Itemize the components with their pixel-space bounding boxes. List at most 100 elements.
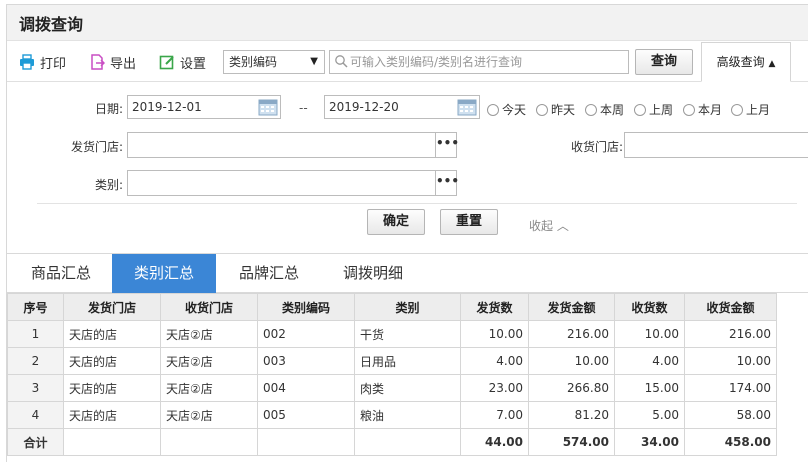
- filter-divider: [37, 203, 797, 204]
- tab-brand-summary[interactable]: 品牌汇总: [225, 254, 313, 293]
- search-input[interactable]: [350, 53, 626, 71]
- print-button[interactable]: 打印: [19, 52, 66, 72]
- settings-label: 设置: [180, 56, 207, 72]
- cell-category: 肉类: [354, 374, 461, 402]
- column-header[interactable]: 收货门店: [160, 293, 258, 321]
- collapse-link[interactable]: 收起 ︿: [529, 217, 569, 234]
- radio-yesterday[interactable]: 昨天: [536, 101, 575, 118]
- cell-category: 粮油: [354, 401, 461, 429]
- ship-store-label: 发货门店:: [70, 140, 123, 154]
- cell-recv-amount: 174.00: [684, 374, 777, 402]
- cell-seq: 4: [7, 401, 64, 429]
- cell-total-ship-amount: 574.00: [528, 428, 615, 456]
- reset-button[interactable]: 重置: [440, 209, 498, 235]
- print-label: 打印: [40, 56, 67, 72]
- ship-store-input[interactable]: [127, 132, 436, 158]
- cell-ship-qty: 4.00: [460, 347, 529, 375]
- search-field-value: 类别编码: [229, 55, 278, 69]
- category-picker-button[interactable]: •••: [435, 170, 459, 196]
- radio-last-week[interactable]: 上周: [634, 101, 673, 118]
- table-row[interactable]: 3 天店的店 天店②店 004 肉类 23.00 266.80 15.00 17…: [7, 374, 777, 402]
- cell-recv-store: 天店②店: [160, 320, 258, 348]
- cell-recv-qty: 5.00: [614, 401, 685, 429]
- column-header[interactable]: 收货数: [614, 293, 685, 321]
- search-box: [329, 50, 629, 74]
- cell-ship-qty: 10.00: [460, 320, 529, 348]
- confirm-button[interactable]: 确定: [367, 209, 425, 235]
- cell-recv-amount: 216.00: [684, 320, 777, 348]
- radio-today[interactable]: 今天: [487, 101, 526, 118]
- cell-recv-qty: 4.00: [614, 347, 685, 375]
- cell-seq: 2: [7, 347, 64, 375]
- cell-empty: [257, 428, 355, 456]
- cell-empty: [160, 428, 258, 456]
- date-to-value: 2019-12-20: [329, 100, 399, 114]
- tab-transfer-detail[interactable]: 调拨明细: [329, 254, 417, 293]
- caret-up-icon: ▲: [768, 59, 776, 69]
- radio-this-month[interactable]: 本月: [683, 101, 722, 118]
- cell-total-recv-amount: 458.00: [684, 428, 777, 456]
- tab-category-summary[interactable]: 类别汇总: [112, 254, 216, 293]
- cell-total-ship-qty: 44.00: [460, 428, 529, 456]
- page-title: 调拨查询: [19, 15, 84, 34]
- cell-recv-amount: 10.00: [684, 347, 777, 375]
- settings-button[interactable]: 设置: [159, 52, 206, 72]
- title-bar: 调拨查询: [7, 5, 808, 41]
- radio-label: 本周: [600, 103, 625, 117]
- column-header[interactable]: 序号: [7, 293, 64, 321]
- advanced-query-button[interactable]: 高级查询 ▲: [701, 42, 791, 82]
- column-header[interactable]: 发货金额: [528, 293, 615, 321]
- recv-store-input[interactable]: [624, 132, 808, 158]
- cell-seq: 1: [7, 320, 64, 348]
- cell-total-label: 合计: [7, 428, 64, 456]
- cell-recv-qty: 10.00: [614, 320, 685, 348]
- cell-ship-amount: 266.80: [528, 374, 615, 402]
- date-from-input[interactable]: 2019-12-01: [127, 95, 281, 119]
- column-header[interactable]: 发货数: [460, 293, 529, 321]
- radio-circle-icon: [585, 103, 597, 116]
- cell-ship-store: 天店的店: [63, 374, 161, 402]
- cell-ship-qty: 7.00: [460, 401, 529, 429]
- cell-category-code: 002: [257, 320, 355, 348]
- category-label: 类别:: [94, 178, 123, 192]
- radio-label: 本月: [698, 103, 723, 117]
- column-header[interactable]: 类别编码: [257, 293, 355, 321]
- table-row[interactable]: 1 天店的店 天店②店 002 干货 10.00 216.00 10.00 21…: [7, 320, 777, 348]
- radio-this-week[interactable]: 本周: [585, 101, 624, 118]
- date-to-input[interactable]: 2019-12-20: [324, 95, 480, 119]
- column-header[interactable]: 发货门店: [63, 293, 161, 321]
- cell-ship-qty: 23.00: [460, 374, 529, 402]
- cell-ship-amount: 216.00: [528, 320, 615, 348]
- cell-seq: 3: [7, 374, 64, 402]
- query-button[interactable]: 查询: [635, 49, 693, 75]
- cell-ship-store: 天店的店: [63, 320, 161, 348]
- table-header-row: 序号 发货门店 收货门店 类别编码 类别 发货数 发货金额 收货数 收货金额: [7, 293, 777, 321]
- cell-category: 日用品: [354, 347, 461, 375]
- cell-ship-store: 天店的店: [63, 347, 161, 375]
- cell-recv-store: 天店②店: [160, 347, 258, 375]
- search-field-select[interactable]: 类别编码 ▼: [223, 50, 325, 74]
- radio-label: 昨天: [551, 103, 576, 117]
- collapse-label: 收起: [529, 219, 554, 233]
- column-header[interactable]: 收货金额: [684, 293, 777, 321]
- radio-label: 今天: [502, 103, 527, 117]
- toolbar: 打印 导出 设置 类别编码 ▼ 查询: [7, 42, 808, 82]
- tab-product-summary[interactable]: 商品汇总: [17, 254, 105, 293]
- table-row[interactable]: 4 天店的店 天店②店 005 粮油 7.00 81.20 5.00 58.00: [7, 401, 777, 429]
- radio-label: 上周: [649, 103, 674, 117]
- category-input[interactable]: [127, 170, 436, 196]
- search-icon: [335, 55, 348, 68]
- ship-store-picker-button[interactable]: •••: [435, 132, 459, 158]
- cell-category-code: 004: [257, 374, 355, 402]
- column-header[interactable]: 类别: [354, 293, 461, 321]
- export-button[interactable]: 导出: [89, 52, 136, 72]
- cell-ship-store: 天店的店: [63, 401, 161, 429]
- tab-bar: 商品汇总 类别汇总 品牌汇总 调拨明细: [7, 253, 808, 293]
- printer-icon: [20, 54, 34, 70]
- table-row[interactable]: 2 天店的店 天店②店 003 日用品 4.00 10.00 4.00 10.0…: [7, 347, 777, 375]
- calendar-icon: [258, 99, 278, 116]
- export-icon: [91, 54, 105, 70]
- radio-circle-icon: [536, 103, 548, 116]
- date-from-value: 2019-12-01: [132, 100, 202, 114]
- radio-last-month[interactable]: 上月: [731, 101, 770, 118]
